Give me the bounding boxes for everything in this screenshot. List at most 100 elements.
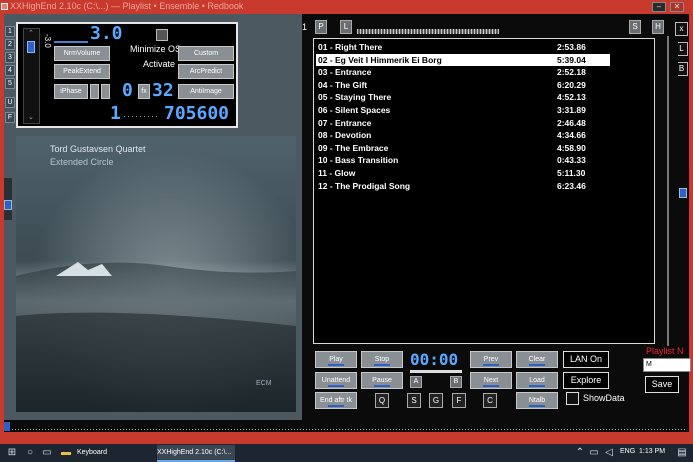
stop-button[interactable]: Stop xyxy=(361,351,403,368)
playlist-track[interactable]: 02 - Eg Veit I Himmerik Ei Borg 5:39.04 xyxy=(316,53,610,66)
search-icon[interactable]: ○ xyxy=(24,447,36,459)
volume-slider[interactable]: ⌃ ⌄ xyxy=(23,28,40,124)
track-duration: 5:11.30 xyxy=(557,168,586,178)
s-button[interactable]: S xyxy=(629,20,641,34)
clear-button[interactable]: Clear xyxy=(516,351,558,368)
playlist-number: 1 xyxy=(302,22,308,32)
next-button[interactable]: Next xyxy=(470,372,512,389)
pause-button[interactable]: Pause xyxy=(361,372,403,389)
album-title: Extended Circle xyxy=(50,157,114,167)
arc-predict-button[interactable]: ArcPredict xyxy=(178,64,234,79)
taskbar-app[interactable]: XXHighEnd 2.10c (C:\... xyxy=(157,445,235,462)
playlist-scrollbar[interactable] xyxy=(658,36,678,346)
track-duration: 0:43.33 xyxy=(557,155,586,166)
track-title: 03 - Entrance xyxy=(318,67,372,78)
volume-slider-knob[interactable] xyxy=(27,41,35,53)
side-scroll-knob[interactable] xyxy=(679,188,687,198)
lan-on-button[interactable]: LAN On xyxy=(563,351,609,368)
antiimage-button[interactable]: AntiImage xyxy=(178,84,234,99)
prev-button[interactable]: Prev xyxy=(470,351,512,368)
h-button[interactable]: H xyxy=(652,20,664,34)
preset-button-5[interactable]: 5 xyxy=(5,78,15,89)
playlist-track[interactable]: 10 - Bass Transition 0:43.33 xyxy=(316,154,610,166)
close-button[interactable]: ✕ xyxy=(670,2,684,12)
language-indicator[interactable]: ENG xyxy=(620,448,635,455)
iphase-button[interactable]: iPhase xyxy=(54,84,88,99)
f-button[interactable]: F xyxy=(452,393,466,408)
g-button[interactable]: G xyxy=(429,393,443,408)
position-ticks xyxy=(12,429,687,430)
control-panel: ⌃ ⌄ -3.0 3.0 NrmVolume PeakExtend iPhase… xyxy=(16,22,238,128)
load-button[interactable]: Load xyxy=(516,372,558,389)
preset-button-3[interactable]: 3 xyxy=(5,52,15,63)
playlist-track[interactable]: 05 - Staying There 4:52.13 xyxy=(316,91,610,103)
ntalb-button[interactable]: Ntalb xyxy=(516,392,558,409)
bits-lcd: 32 xyxy=(152,80,174,101)
taskbar-keyboard[interactable]: Keyboard xyxy=(77,445,147,462)
a-button[interactable]: A xyxy=(410,376,422,388)
save-button[interactable]: Save xyxy=(645,376,679,393)
minimize-button[interactable]: – xyxy=(652,2,666,12)
position-strip[interactable] xyxy=(4,420,689,432)
track-duration: 2:53.86 xyxy=(557,42,586,52)
preset-button-4[interactable]: 4 xyxy=(5,65,15,76)
playlist-scrollbar-track[interactable] xyxy=(667,36,669,346)
playlist-track[interactable]: 11 - Glow 5:11.30 xyxy=(316,167,610,179)
iphase-minus-button[interactable] xyxy=(90,84,99,99)
album-cover: Tord Gustavsen Quartet Extended Circle E… xyxy=(16,136,296,412)
playlist-track[interactable]: 06 - Silent Spaces 3:31.89 xyxy=(316,104,610,116)
playlist-track[interactable]: 01 - Right There 2:53.86 xyxy=(316,41,610,53)
fx-button[interactable]: fx xyxy=(138,84,150,99)
end-after-track-button[interactable]: End aftr tk xyxy=(315,392,357,409)
track-seek-bar[interactable] xyxy=(410,370,462,373)
preset-button-1[interactable]: 1 xyxy=(5,26,15,37)
playlist-track[interactable]: 09 - The Embrace 4:58.90 xyxy=(316,142,610,154)
notification-icon[interactable]: ▤ xyxy=(676,447,688,459)
playlist-track[interactable]: 08 - Devotion 4:34.66 xyxy=(316,129,610,141)
explore-button[interactable]: Explore xyxy=(563,372,609,389)
s-small-button[interactable]: S xyxy=(407,393,421,408)
volume-lcd: 3.0 xyxy=(90,23,123,44)
start-icon[interactable]: ⊞ xyxy=(6,447,18,459)
left-slider-knob[interactable] xyxy=(4,200,12,210)
x-side-button[interactable]: x xyxy=(675,22,688,36)
minimize-os-label[interactable]: Minimize OS xyxy=(130,44,181,54)
left-slider[interactable] xyxy=(4,178,12,220)
preset-button-f[interactable]: F xyxy=(5,112,15,123)
playlist-name-input[interactable]: M xyxy=(643,358,691,372)
playlist-track[interactable]: 04 - The Gift 6:20.29 xyxy=(316,79,610,91)
peak-extend-button[interactable]: PeakExtend xyxy=(54,64,110,79)
unattend-button[interactable]: Unattend xyxy=(315,372,357,389)
play-button[interactable]: Play xyxy=(315,351,357,368)
position-knob[interactable] xyxy=(4,422,10,431)
volume-icon[interactable]: ◁ xyxy=(603,447,615,459)
playlist-track[interactable]: 12 - The Prodigal Song 6:23.46 xyxy=(316,180,610,192)
q-button[interactable]: Q xyxy=(375,393,389,408)
playlist-track[interactable]: 07 - Entrance 2:46.48 xyxy=(316,117,610,129)
b-button[interactable]: B xyxy=(450,376,462,388)
nrm-volume-button[interactable]: NrmVolume xyxy=(54,46,110,61)
folder-icon[interactable]: ▬ xyxy=(60,447,72,459)
iphase-plus-button[interactable] xyxy=(101,84,110,99)
minimize-os-icon xyxy=(156,29,168,41)
custom-button[interactable]: Custom xyxy=(178,46,234,61)
l-button[interactable]: L xyxy=(340,20,352,34)
playlist-name-label: Playlist N xyxy=(646,346,684,356)
playlist[interactable]: 01 - Right There 2:53.86 02 - Eg Veit I Hi… xyxy=(313,38,655,344)
c-button[interactable]: C xyxy=(483,393,497,408)
album-artist: Tord Gustavsen Quartet xyxy=(50,144,146,154)
clock[interactable]: 1:13 PM xyxy=(639,448,665,455)
task-view-icon[interactable]: ▭ xyxy=(41,447,53,459)
track-title: 02 - Eg Veit I Himmerik Ei Borg xyxy=(318,54,442,65)
chevron-up-tray-icon[interactable]: ⌃ xyxy=(574,447,586,459)
p-button[interactable]: P xyxy=(315,20,327,34)
track-duration: 6:23.46 xyxy=(557,180,586,191)
preset-button-2[interactable]: 2 xyxy=(5,39,15,50)
activate-label[interactable]: Activate xyxy=(143,59,175,69)
network-icon[interactable]: ▭ xyxy=(588,447,600,459)
playlist-ruler xyxy=(357,29,499,34)
preset-button-u[interactable]: U xyxy=(5,97,15,108)
playlist-track[interactable]: 03 - Entrance 2:52.18 xyxy=(316,66,610,78)
show-data-checkbox[interactable] xyxy=(566,392,579,405)
track-title: 09 - The Embrace xyxy=(318,142,389,153)
